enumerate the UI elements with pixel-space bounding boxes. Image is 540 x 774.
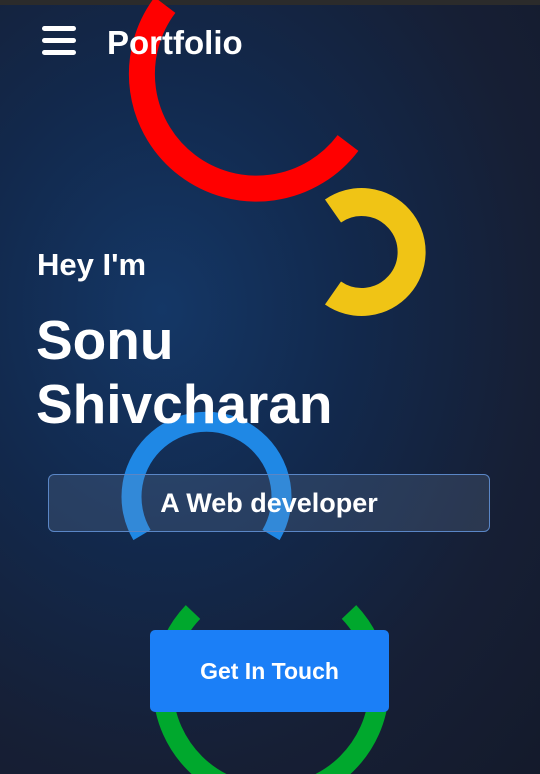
get-in-touch-button[interactable]: Get In Touch <box>150 630 389 712</box>
menu-line-bottom <box>42 50 76 55</box>
menu-line-middle <box>42 38 76 43</box>
yellow-ring-decoration <box>325 188 426 316</box>
menu-line-top <box>42 26 76 31</box>
hero-name: Sonu Shivcharan <box>36 309 333 435</box>
hamburger-menu-icon[interactable] <box>42 26 76 56</box>
hero-greeting: Hey I'm <box>37 247 147 282</box>
site-header: Portfolio <box>0 5 540 81</box>
site-brand-link[interactable]: Portfolio <box>107 23 243 63</box>
role-text: A Web developer <box>160 487 378 518</box>
role-badge: A Web developer <box>48 474 490 532</box>
